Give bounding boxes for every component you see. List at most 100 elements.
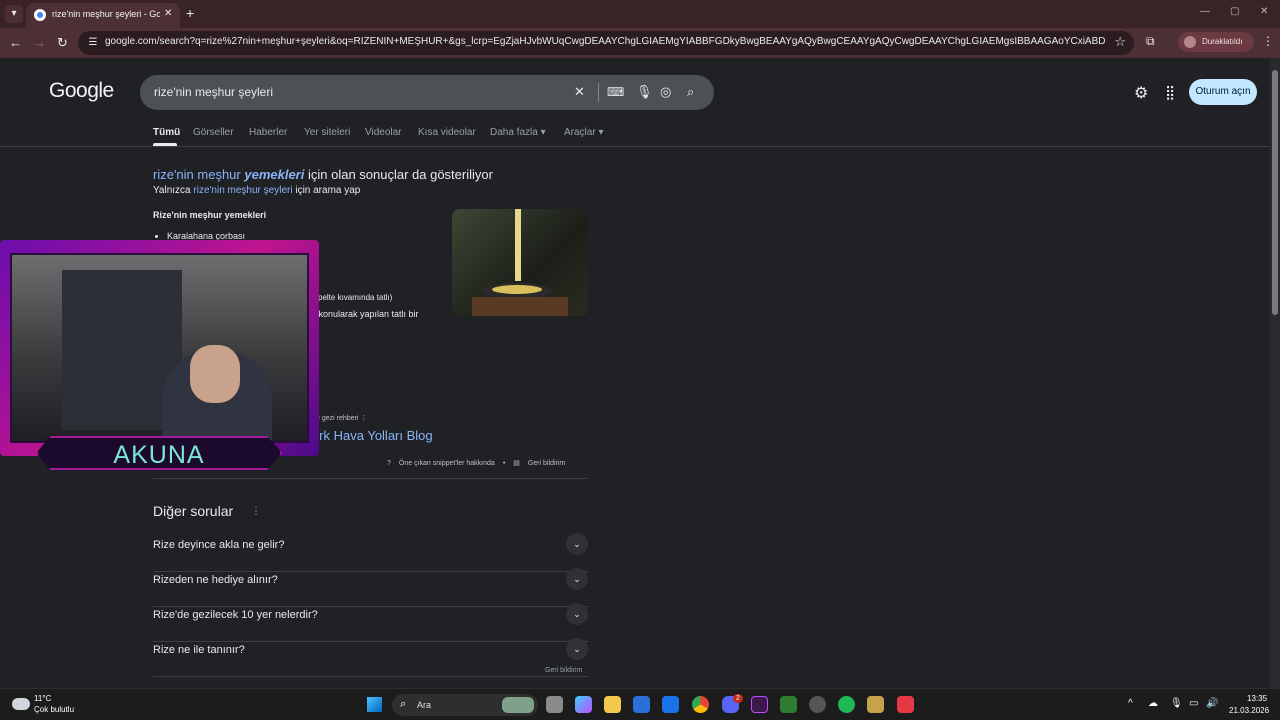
search-icon[interactable]: ⌕ [687, 83, 694, 101]
search-instead-prefix: Yalnızca [153, 185, 194, 196]
forward-icon[interactable]: → [33, 34, 46, 52]
keyboard-icon[interactable]: ⌨ [607, 83, 624, 101]
tab-search-icon[interactable]: ▾ [5, 5, 23, 23]
league-icon[interactable] [867, 696, 884, 713]
snippet-text-fragment: i konularak yapılan tatlı bir [314, 309, 419, 319]
address-bar[interactable]: ☰ google.com/search?q=rize%27nin+meşhur+… [78, 31, 1134, 55]
extensions-icon[interactable]: ⧉ [1146, 34, 1155, 49]
paa-question[interactable]: Rize deyince akla ne gelir? ⌄ [153, 533, 588, 572]
chevron-down-icon[interactable]: ⌄ [566, 638, 588, 660]
site-info-icon[interactable]: ☰ [86, 36, 100, 50]
tab-videos[interactable]: Videolar [365, 127, 402, 138]
profile-label: Duraklatıldı [1202, 37, 1243, 46]
tab-news[interactable]: Haberler [249, 127, 287, 138]
obs-icon[interactable] [809, 696, 826, 713]
apps-grid-icon[interactable]: ⣿ [1165, 84, 1175, 101]
tab-more[interactable]: Daha fazla ▾ [490, 127, 546, 138]
paa-question[interactable]: Rize'de gezilecek 10 yer nelerdir? ⌄ [153, 603, 588, 642]
microphone-icon[interactable]: 🎙 [636, 83, 653, 101]
tab-short-videos[interactable]: Kısa videolar [418, 127, 476, 138]
file-explorer-icon[interactable] [604, 696, 621, 713]
tab-all[interactable]: Tümü [153, 127, 180, 138]
taskbar-search-placeholder: Ara [417, 700, 432, 710]
snippet-text-fragment: pelte kıvamında tatlı) [318, 293, 393, 302]
paa-question-text: Rize ne ile tanınır? [153, 644, 245, 656]
chevron-down-icon[interactable]: ⌄ [566, 568, 588, 590]
search-input[interactable]: rize'nin meşhur şeyleri [154, 85, 273, 99]
snippet-footer: ? Öne çıkan snippet'ler hakkında • ▤ Geri bi… [387, 459, 573, 467]
showing-results-for: rize'nin meşhur yemekleri için olan sonu… [153, 167, 493, 182]
lens-icon[interactable]: ◎ [660, 83, 671, 101]
chrome-icon[interactable] [692, 696, 709, 713]
page-scrollbar[interactable] [1270, 58, 1280, 688]
corrected-query-link[interactable]: rize'nin meşhur yemekleri [153, 167, 304, 182]
valorant-icon[interactable] [897, 696, 914, 713]
tab-images[interactable]: Görseller [193, 127, 234, 138]
taskbar-search[interactable]: ⌕ Ara [392, 694, 538, 716]
google-favicon-icon [34, 9, 46, 21]
close-window-button[interactable]: ✕ [1260, 6, 1268, 17]
webcam-feed [10, 253, 309, 450]
back-icon[interactable]: ← [9, 34, 22, 52]
reload-icon[interactable]: ↻ [57, 34, 68, 52]
copilot-icon[interactable] [575, 696, 592, 713]
url-text[interactable]: google.com/search?q=rize%27nin+meşhur+şe… [105, 36, 1105, 47]
snippet-image[interactable] [452, 209, 588, 316]
paa-question[interactable]: Rize ne ile tanınır? ⌄ [153, 638, 588, 677]
microphone-icon[interactable]: 🎙 [1170, 698, 1183, 709]
source-menu-icon[interactable]: ⋮ [360, 415, 367, 422]
scrollbar-thumb[interactable] [1272, 70, 1278, 315]
signin-button[interactable]: Oturum açın [1189, 79, 1257, 105]
new-tab-button[interactable]: + [186, 5, 194, 21]
search-box[interactable]: rize'nin meşhur şeyleri ✕ ⌨ 🎙 ◎ ⌕ [140, 75, 714, 110]
store-icon[interactable] [633, 696, 650, 713]
header-divider [0, 146, 1270, 147]
source-title-link[interactable]: Türk Hava Yolları Blog [304, 428, 433, 443]
snippet-feedback-link[interactable]: Geri bildirim [528, 460, 565, 467]
weather-temperature[interactable]: 11°C [34, 694, 51, 703]
volume-icon[interactable]: 🔊 [1206, 698, 1218, 709]
browser-menu-icon[interactable]: ⋮ [1262, 34, 1274, 48]
clock-time[interactable]: 13:35 [1247, 694, 1267, 703]
paa-question[interactable]: Rizeden ne hediye alınır? ⌄ [153, 568, 588, 607]
maximize-button[interactable]: ▢ [1230, 6, 1239, 17]
chevron-down-icon[interactable]: ⌄ [566, 603, 588, 625]
clear-search-icon[interactable]: ✕ [574, 83, 585, 101]
onedrive-icon[interactable]: ☁ [1148, 698, 1158, 709]
chevron-up-icon[interactable]: ^ [1128, 698, 1133, 709]
app-icon[interactable] [780, 696, 797, 713]
paa-feedback-link[interactable]: Geri bildirim [545, 667, 582, 674]
source-line: e gezi rehberi ⋮ [316, 414, 367, 422]
chevron-down-icon[interactable]: ⌄ [566, 533, 588, 555]
outlook-icon[interactable] [662, 696, 679, 713]
windows-taskbar: 11°C Çok bulutlu ⌕ Ara ^ ☁ 🎙 ▭ 🔊 13:35 2… [0, 688, 1280, 720]
snippet-heading: Rize'nin meşhur yemekleri [153, 210, 267, 220]
streamer-name: AKUNA [113, 441, 205, 469]
webcam-overlay: AKUNA [0, 240, 319, 472]
network-icon[interactable]: ▭ [1189, 698, 1198, 709]
bookmark-star-icon[interactable]: ☆ [1114, 34, 1126, 50]
cloud-icon[interactable] [12, 698, 30, 710]
task-view-icon[interactable] [546, 696, 563, 713]
weather-description[interactable]: Çok bulutlu [34, 705, 74, 714]
clock-date[interactable]: 21.03.2026 [1229, 706, 1269, 715]
windows-start-icon[interactable] [367, 697, 382, 712]
original-query-link[interactable]: rize'nin meşhur şeyleri [193, 185, 292, 196]
profile-button[interactable]: Duraklatıldı [1178, 32, 1254, 52]
paa-menu-icon[interactable]: ⋮ [251, 506, 261, 517]
about-snippets-link[interactable]: Öne çıkan snippet'ler hakkında [399, 460, 495, 467]
browser-tab[interactable]: rize'nin meşhur şeyleri - Google ✕ [26, 3, 180, 28]
screen: ▾ rize'nin meşhur şeyleri - Google ✕ + —… [0, 0, 1280, 720]
paa-question-text: Rize deyince akla ne gelir? [153, 539, 285, 551]
spotify-icon[interactable] [838, 696, 855, 713]
avatar [1184, 36, 1196, 48]
corrected-query-bold: yemekleri [244, 167, 305, 182]
settings-gear-icon[interactable]: ⚙ [1134, 83, 1148, 103]
tab-tools[interactable]: Araçlar ▾ [564, 127, 603, 138]
browser-tab-strip: ▾ rize'nin meşhur şeyleri - Google ✕ + —… [0, 0, 1280, 28]
google-logo[interactable]: Google [49, 79, 114, 103]
minimize-button[interactable]: — [1200, 6, 1210, 17]
tab-places[interactable]: Yer siteleri [304, 127, 350, 138]
obs-overlay-icon[interactable] [751, 696, 768, 713]
tab-close-icon[interactable]: ✕ [164, 8, 172, 19]
